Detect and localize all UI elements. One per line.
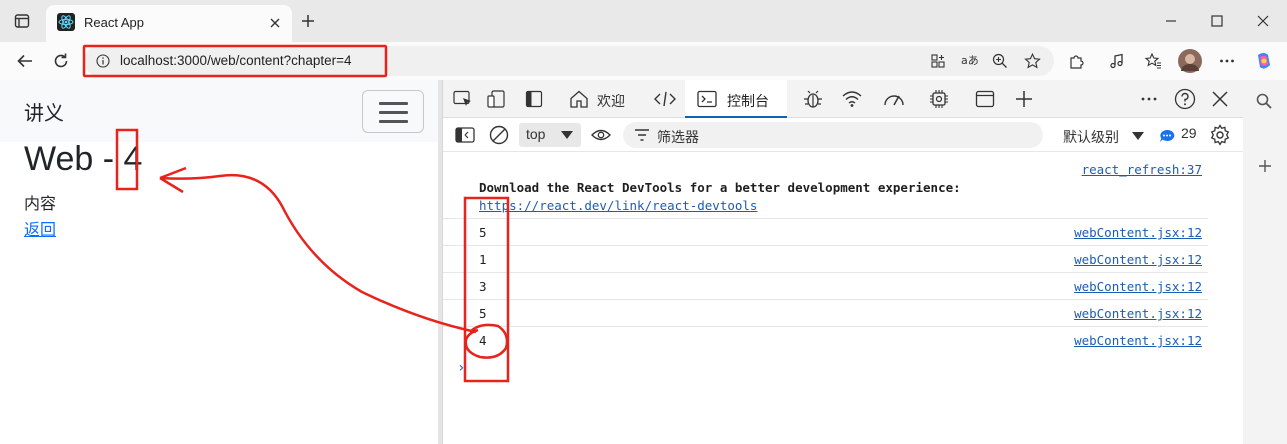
favorite-star-icon[interactable]	[1024, 53, 1041, 69]
source-link[interactable]: webContent.jsx:12	[1074, 279, 1202, 294]
issues-message-icon[interactable]	[1159, 129, 1175, 143]
log-value: 1	[479, 252, 487, 267]
refresh-icon[interactable]	[52, 52, 70, 70]
more-options-icon[interactable]	[1140, 90, 1158, 108]
back-icon[interactable]	[16, 52, 34, 70]
console-filter-input[interactable]: 筛选器	[623, 122, 1043, 148]
issue-count[interactable]: 29	[1181, 125, 1197, 141]
log-levels-select[interactable]: 默认级别	[1063, 127, 1119, 147]
log-value: 3	[479, 279, 487, 294]
network-wifi-icon[interactable]	[841, 90, 863, 108]
web-page: 讲义 Web - 4 内容 返回	[0, 80, 438, 444]
close-tab-icon[interactable]	[268, 16, 282, 30]
bug-icon[interactable]	[803, 89, 823, 109]
navbar: 讲义	[0, 80, 438, 142]
zoom-icon[interactable]	[992, 53, 1008, 69]
edge-sidebar	[1243, 80, 1287, 444]
url-text[interactable]: localhost:3000/web/content?chapter=4	[120, 53, 352, 68]
log-value: 4	[479, 333, 487, 348]
console-output: react_refresh:37 Download the React DevT…	[443, 152, 1244, 444]
console-icon	[697, 90, 717, 108]
source-link[interactable]: webContent.jsx:12	[1074, 333, 1202, 348]
tab-strip: React App	[0, 0, 1287, 42]
sources-code-icon[interactable]	[653, 90, 677, 108]
svg-text:aあ: aあ	[961, 54, 978, 67]
add-tool-icon[interactable]	[1015, 90, 1033, 108]
live-expression-eye-icon[interactable]	[591, 127, 611, 143]
devtools-download-message: Download the React DevTools for a better…	[479, 180, 961, 195]
source-link[interactable]: webContent.jsx:12	[1074, 252, 1202, 267]
sidebar-toggle-icon[interactable]	[455, 126, 475, 144]
hamburger-icon	[379, 111, 408, 114]
add-sidebar-icon[interactable]	[1257, 158, 1273, 174]
console-log-row: 5 webContent.jsx:12	[443, 299, 1208, 326]
chevron-down-icon	[561, 131, 573, 140]
favorites-icon[interactable]	[1144, 52, 1162, 70]
tab-title: React App	[84, 15, 144, 30]
react-logo-icon	[57, 13, 75, 31]
filter-placeholder: 筛选器	[657, 129, 699, 145]
tab-console-label: 控制台	[727, 93, 769, 109]
console-log-row: 3 webContent.jsx:12	[443, 272, 1208, 299]
extensions-icon[interactable]	[1068, 52, 1086, 70]
navbar-brand[interactable]: 讲义	[24, 97, 64, 126]
console-prompt[interactable]: ›	[457, 360, 465, 376]
source-link[interactable]: webContent.jsx:12	[1074, 306, 1202, 321]
source-link[interactable]: webContent.jsx:12	[1074, 225, 1202, 240]
console-log-row: 4 webContent.jsx:12	[443, 326, 1208, 353]
inspect-element-icon[interactable]	[453, 90, 473, 108]
device-emulation-icon[interactable]	[487, 90, 507, 108]
read-aloud-icon[interactable]: aあ	[960, 52, 978, 68]
tab-console[interactable]: 控制台	[685, 80, 787, 118]
memory-chip-icon[interactable]	[929, 89, 949, 109]
navbar-toggler-button[interactable]	[362, 90, 424, 133]
settings-more-icon[interactable]	[1218, 52, 1236, 70]
tab-react-app[interactable]: React App	[46, 5, 292, 42]
clear-console-icon[interactable]	[489, 125, 509, 145]
console-filter-bar: top 筛选器 默认级别 29	[443, 118, 1244, 152]
log-value: 5	[479, 306, 487, 321]
console-log-row: 1 webContent.jsx:12	[443, 245, 1208, 272]
profile-avatar[interactable]	[1178, 49, 1202, 73]
dock-side-icon[interactable]	[525, 90, 543, 108]
console-log-row: 5 webContent.jsx:12	[443, 218, 1208, 245]
home-icon[interactable]	[569, 90, 589, 108]
hamburger-icon	[379, 120, 408, 123]
minimize-icon[interactable]	[1164, 14, 1178, 28]
console-settings-gear-icon[interactable]	[1209, 124, 1231, 146]
devtools-panel: 欢迎 控制台 top 筛选器 默认级别 29 react_refresh:37 …	[442, 80, 1244, 444]
devtools-download-link[interactable]: https://react.dev/link/react-devtools	[479, 198, 757, 213]
content-text: 内容	[24, 196, 57, 213]
back-link[interactable]: 返回	[24, 216, 56, 240]
filter-icon	[635, 129, 649, 141]
browser-toolbar: localhost:3000/web/content?chapter=4 aあ	[0, 42, 1287, 80]
log-value: 5	[479, 225, 487, 240]
devtools-tab-bar: 欢迎 控制台	[443, 80, 1244, 118]
performance-gauge-icon[interactable]	[883, 90, 905, 108]
close-devtools-icon[interactable]	[1211, 90, 1229, 108]
help-icon[interactable]	[1174, 88, 1196, 110]
maximize-icon[interactable]	[1210, 14, 1224, 28]
hamburger-icon	[379, 102, 408, 105]
chevron-down-icon[interactable]	[1132, 132, 1144, 141]
site-info-icon[interactable]	[96, 54, 110, 68]
application-panel-icon[interactable]	[975, 90, 995, 108]
context-select[interactable]: top	[519, 123, 581, 147]
page-title: Web - 4	[24, 140, 143, 178]
new-tab-icon[interactable]	[300, 13, 316, 29]
search-icon[interactable]	[1255, 92, 1273, 110]
address-bar[interactable]: localhost:3000/web/content?chapter=4 aあ	[84, 46, 1054, 76]
close-window-icon[interactable]	[1256, 14, 1270, 28]
source-link[interactable]: react_refresh:37	[1082, 162, 1202, 177]
tab-welcome[interactable]: 欢迎	[597, 91, 625, 111]
tab-actions-icon[interactable]	[14, 13, 30, 29]
context-select-value: top	[526, 126, 546, 142]
copilot-icon[interactable]	[1254, 51, 1274, 71]
music-icon[interactable]	[1108, 52, 1126, 70]
app-available-icon[interactable]	[930, 53, 946, 69]
